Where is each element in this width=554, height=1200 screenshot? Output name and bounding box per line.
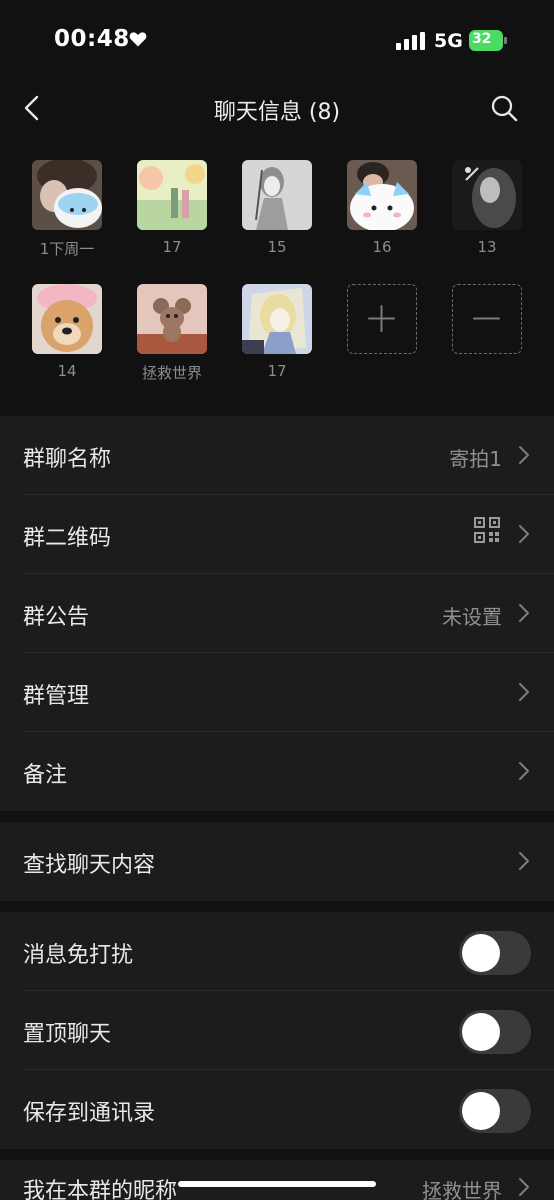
toggle-knob [462,1092,500,1130]
save-to-contacts-toggle[interactable] [459,1089,531,1133]
member-name: 15 [267,238,287,256]
row-label: 我在本群的昵称 [23,1179,178,1200]
group-qr-code-row[interactable]: 群二维码 [0,495,554,574]
group-announcement-row[interactable]: 群公告 未设置 [0,574,554,653]
announcement-value: 未设置 [442,605,502,629]
member-name: 13 [477,238,497,256]
pin-chat-row: 置顶聊天 [0,991,554,1070]
chevron-right-icon [519,852,529,870]
battery-cap [504,37,507,44]
remove-member-box [452,284,522,354]
member-name: 17 [162,238,182,256]
search-icon[interactable] [488,92,520,124]
member-grid: 1下周一 17 15 16 13 14 拯救世界 17 [0,150,554,402]
row-label: 消息免打扰 [23,943,134,968]
avatar [452,160,522,230]
group-settings-section: 群聊名称 寄拍1 群二维码 群公告 未设置 群管理 备注 [0,416,554,811]
toggle-knob [462,1013,500,1051]
group-management-row[interactable]: 群管理 [0,653,554,732]
pin-chat-toggle[interactable] [459,1010,531,1054]
battery-level: 32 [469,30,503,51]
member-name: 16 [372,238,392,256]
member-item[interactable]: 17 [127,150,217,256]
group-nickname-row[interactable]: 我在本群的昵称 拯救世界 [0,1160,554,1200]
toggle-knob [462,934,500,972]
row-label: 群公告 [23,605,90,630]
minus-icon [473,317,500,320]
cellular-signal-icon [396,32,425,50]
member-name: 17 [267,362,287,380]
save-to-contacts-row: 保存到通讯录 [0,1070,554,1149]
search-chat-content-row[interactable]: 查找聊天内容 [0,822,554,901]
chevron-right-icon [519,446,529,464]
toggle-section: 消息免打扰 置顶聊天 保存到通讯录 [0,912,554,1149]
member-name: 1下周一 [39,240,95,258]
member-item[interactable]: 1下周一 [22,150,112,258]
row-label: 备注 [23,763,68,788]
avatar [242,160,312,230]
qr-code-icon [474,517,500,543]
nav-bar: 聊天信息 (8) [0,84,554,132]
nickname-section: 我在本群的昵称 拯救世界 [0,1160,554,1200]
member-item[interactable]: 17 [232,274,322,380]
member-item[interactable]: 拯救世界 [127,274,217,382]
avatar [242,284,312,354]
chevron-right-icon [519,683,529,701]
avatar [137,284,207,354]
remove-member-button[interactable] [442,274,532,374]
group-name-value: 寄拍1 [449,447,502,471]
member-item[interactable]: 13 [442,150,532,256]
member-name: 拯救世界 [141,364,202,382]
network-type: 5G [434,30,463,52]
add-member-box [347,284,417,354]
chevron-right-icon [519,762,529,780]
status-time: 00:48 [54,26,130,52]
row-label: 群管理 [23,684,90,709]
member-item[interactable]: 15 [232,150,322,256]
row-label: 群二维码 [23,526,112,551]
group-name-row[interactable]: 群聊名称 寄拍1 [0,416,554,495]
avatar [137,160,207,230]
nickname-value: 拯救世界 [422,1179,502,1200]
member-item[interactable]: 16 [337,150,427,256]
add-member-button[interactable] [337,274,427,374]
plus-icon [368,305,395,332]
mute-notifications-toggle[interactable] [459,931,531,975]
row-label: 保存到通讯录 [23,1101,156,1126]
remark-row[interactable]: 备注 [0,732,554,811]
home-indicator [178,1181,376,1187]
mute-notifications-row: 消息免打扰 [0,912,554,991]
chevron-right-icon [519,525,529,543]
battery-percent: 32 [472,31,492,47]
page-title: 聊天信息 (8) [213,100,341,125]
search-chat-section: 查找聊天内容 [0,822,554,901]
chevron-right-icon [519,1178,529,1196]
avatar [32,284,102,354]
status-bar: 00:48 5G 32 [0,0,554,84]
avatar [347,160,417,230]
row-label: 置顶聊天 [23,1022,112,1047]
heart-icon [129,32,147,47]
member-item[interactable]: 14 [22,274,112,380]
row-label: 查找聊天内容 [23,853,156,878]
member-name: 14 [57,362,77,380]
row-label: 群聊名称 [23,447,112,472]
battery-icon: 32 [469,30,507,51]
avatar [32,160,102,230]
chevron-right-icon [519,604,529,622]
